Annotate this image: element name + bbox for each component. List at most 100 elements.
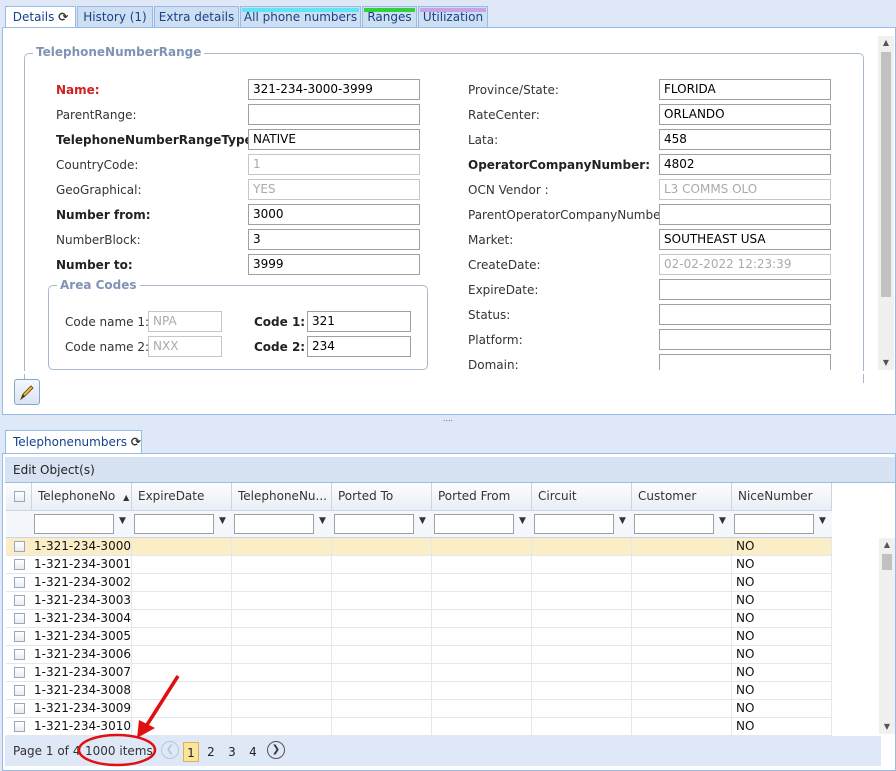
filter-input-nicenumber[interactable] [734, 514, 814, 534]
scroll-thumb[interactable] [881, 52, 891, 297]
province-state-field[interactable]: FLORIDA [659, 79, 831, 100]
filter-icon[interactable]: ▼ [119, 516, 126, 526]
tab-details[interactable]: Details ⟳ [5, 6, 76, 29]
platform-field[interactable] [659, 329, 831, 350]
platform-label: Platform: [468, 333, 523, 347]
filter-icon[interactable]: ▼ [519, 516, 526, 526]
table-row[interactable]: 1-321-234-3000 NO [6, 538, 832, 556]
parent-ocn-label: ParentOperatorCompanyNumber: [468, 208, 670, 222]
name-field[interactable]: 321-234-3000-3999 [248, 79, 420, 100]
scroll-up-icon[interactable]: ▲ [879, 538, 895, 552]
tab-ranges[interactable]: Ranges [362, 6, 417, 28]
table-cell [632, 556, 732, 574]
row-checkbox[interactable] [14, 541, 25, 552]
range-type-field[interactable]: NATIVE [248, 129, 420, 150]
row-checkbox[interactable] [14, 649, 25, 660]
filter-input-ported-to[interactable] [334, 514, 414, 534]
select-all-checkbox[interactable] [14, 491, 25, 502]
col-header-customer[interactable]: Customer [632, 483, 732, 511]
col-header-expiredate[interactable]: ExpireDate [132, 483, 232, 511]
expire-date-field[interactable] [659, 279, 831, 300]
rate-center-field[interactable]: ORLANDO [659, 104, 831, 125]
scroll-up-icon[interactable]: ▲ [878, 36, 894, 50]
scroll-down-icon[interactable]: ▼ [878, 356, 894, 370]
row-checkbox[interactable] [14, 559, 25, 570]
row-checkbox[interactable] [14, 577, 25, 588]
domain-field[interactable] [659, 354, 831, 370]
cell-nicenumber: NO [732, 718, 832, 736]
row-checkbox[interactable] [14, 595, 25, 606]
details-scrollbar[interactable]: ▲ ▼ [878, 36, 894, 370]
page-button-4[interactable]: 4 [245, 742, 261, 762]
filter-icon[interactable]: ▼ [719, 516, 726, 526]
row-checkbox[interactable] [14, 721, 25, 732]
tab-utilization[interactable]: Utilization [418, 6, 488, 28]
market-field[interactable]: SOUTHEAST USA [659, 229, 831, 250]
filter-icon[interactable]: ▼ [219, 516, 226, 526]
table-cell [632, 646, 732, 664]
row-checkbox[interactable] [14, 667, 25, 678]
tab-history[interactable]: History (1) [77, 6, 153, 28]
row-checkbox[interactable] [14, 613, 25, 624]
number-from-field[interactable]: 3000 [248, 204, 420, 225]
code-2-field[interactable]: 234 [307, 336, 411, 357]
table-row[interactable]: 1-321-234-3004 NO [6, 610, 832, 628]
refresh-icon[interactable]: ⟳ [131, 435, 141, 449]
cell-nicenumber: NO [732, 646, 832, 664]
code-name-2-field[interactable]: NXX [148, 336, 222, 357]
table-row[interactable]: 1-321-234-3006 NO [6, 646, 832, 664]
filter-icon[interactable]: ▼ [619, 516, 626, 526]
filter-icon[interactable]: ▼ [319, 516, 326, 526]
panel-splitter[interactable]: .... [0, 415, 896, 424]
tab-telephonenumbers[interactable]: Telephonenumbers ⟳ [5, 430, 142, 454]
table-row[interactable]: 1-321-234-3002 NO [6, 574, 832, 592]
row-checkbox[interactable] [14, 685, 25, 696]
operator-company-number-field[interactable]: 4802 [659, 154, 831, 175]
filter-input-ported-from[interactable] [434, 514, 514, 534]
table-row[interactable]: 1-321-234-3005 NO [6, 628, 832, 646]
number-block-field[interactable]: 3 [248, 229, 420, 250]
grid-scrollbar[interactable]: ▲ ▼ [879, 538, 895, 734]
filter-input-circuit[interactable] [534, 514, 614, 534]
select-all-header [6, 483, 32, 511]
filter-input-customer[interactable] [634, 514, 714, 534]
col-header-nicenumber[interactable]: NiceNumber [732, 483, 832, 511]
next-page-icon[interactable]: ❯ [267, 741, 285, 759]
lata-field[interactable]: 458 [659, 129, 831, 150]
col-header-label: Customer [638, 489, 697, 503]
row-checkbox[interactable] [14, 703, 25, 714]
table-cell [232, 718, 332, 736]
code-1-field[interactable]: 321 [307, 311, 411, 332]
col-header-ported-from[interactable]: Ported From [432, 483, 532, 511]
col-header-telephoneno[interactable]: TelephoneNo ▲ [32, 483, 132, 511]
col-header-telephonenumber-type[interactable]: TelephoneNu... [232, 483, 332, 511]
filter-icon[interactable]: ▼ [419, 516, 426, 526]
status-field[interactable] [659, 304, 831, 325]
table-row[interactable]: 1-321-234-3001 NO [6, 556, 832, 574]
filter-input-telephoneno[interactable] [34, 514, 114, 534]
refresh-icon[interactable]: ⟳ [58, 10, 68, 24]
row-checkbox[interactable] [14, 631, 25, 642]
table-row[interactable]: 1-321-234-3003 NO [6, 592, 832, 610]
col-header-ported-to[interactable]: Ported To [332, 483, 432, 511]
filter-input-type[interactable] [234, 514, 314, 534]
number-to-field[interactable]: 3999 [248, 254, 420, 275]
edit-button[interactable] [14, 379, 40, 405]
scroll-thumb[interactable] [882, 554, 892, 570]
col-header-circuit[interactable]: Circuit [532, 483, 632, 511]
code-name-1-field[interactable]: NPA [148, 311, 222, 332]
code-1-label: Code 1: [254, 315, 306, 329]
filter-icon[interactable]: ▼ [819, 516, 826, 526]
table-cell [632, 592, 732, 610]
scroll-down-icon[interactable]: ▼ [879, 720, 895, 734]
tab-extra-details[interactable]: Extra details [154, 6, 239, 28]
parent-range-field[interactable] [248, 104, 420, 125]
edit-objects-button[interactable]: Edit Object(s) [13, 463, 95, 477]
code-name-2-label: Code name 2: [65, 340, 150, 354]
page-button-2[interactable]: 2 [203, 742, 219, 762]
page-button-3[interactable]: 3 [224, 742, 240, 762]
tab-all-phone-numbers[interactable]: All phone numbers [240, 6, 361, 28]
table-cell [332, 556, 432, 574]
parent-ocn-field[interactable] [659, 204, 831, 225]
filter-input-expiredate[interactable] [134, 514, 214, 534]
